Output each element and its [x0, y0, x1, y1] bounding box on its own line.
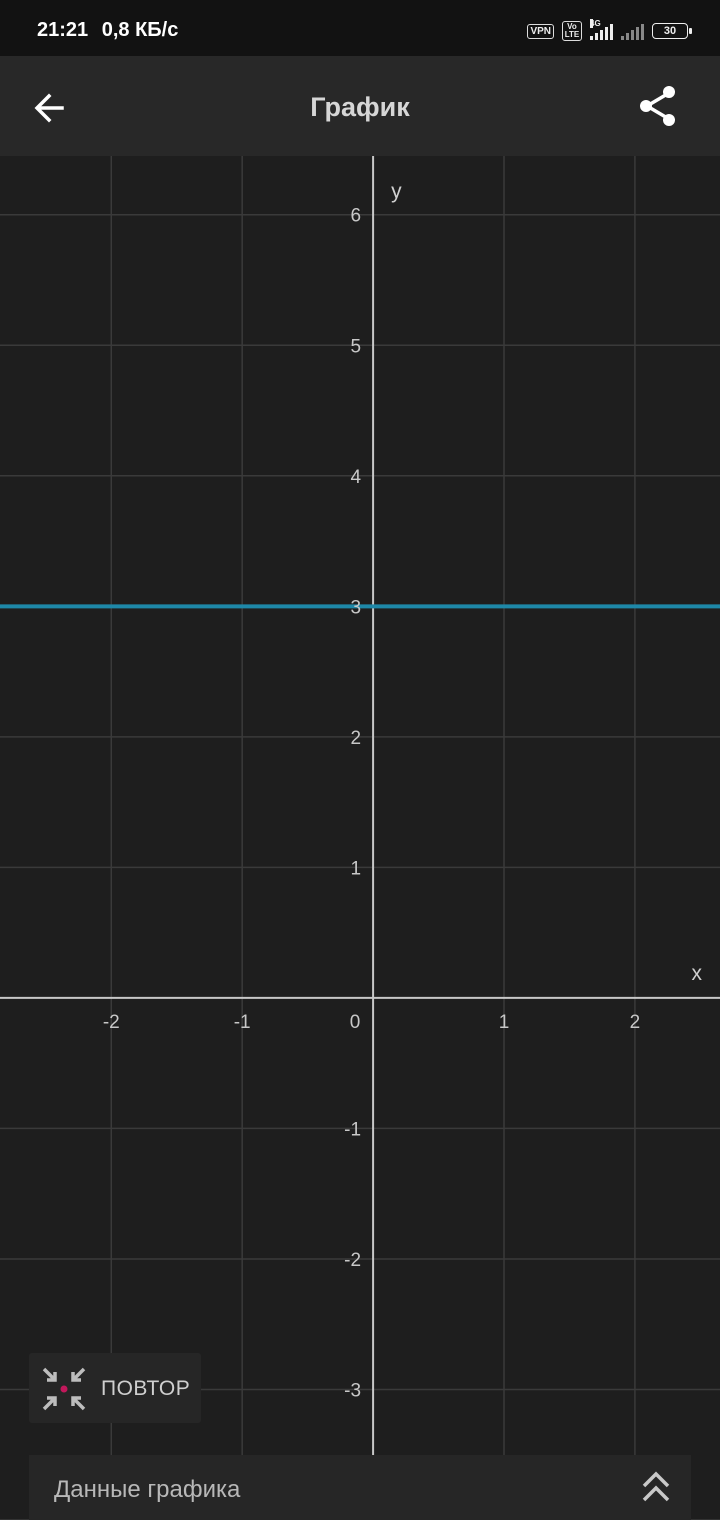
repeat-label: ПОВТОР — [101, 1377, 191, 1400]
page-title: График — [310, 92, 410, 122]
repeat-button[interactable]: ПОВТОР — [29, 1353, 201, 1423]
y-tick-label: 2 — [351, 728, 362, 749]
status-icons: VPN Vo LTE 4G 30 — [527, 19, 692, 42]
x-tick-label: 2 — [630, 1012, 641, 1033]
y-tick-label: -2 — [344, 1250, 361, 1271]
share-icon — [640, 86, 675, 126]
y-axis-label: y — [391, 180, 402, 203]
share-button[interactable] — [636, 84, 680, 128]
status-net-speed: 0,8 КБ/с — [101, 19, 179, 41]
y-tick-label: -1 — [344, 1119, 361, 1140]
vpn-icon: VPN — [527, 23, 554, 39]
app-bar: График — [0, 56, 720, 156]
battery-icon: 30 — [652, 23, 692, 39]
signal-icon: 4G — [590, 19, 613, 40]
x-tick-label: -1 — [234, 1012, 251, 1033]
collapse-arrows-icon — [42, 1367, 86, 1411]
status-time: 21:21 — [37, 19, 89, 41]
status-left: 21:21 0,8 КБ/с — [37, 19, 186, 42]
chart-data-label: Данные графика — [54, 1476, 241, 1503]
status-bar: 21:21 0,8 КБ/с VPN Vo LTE 4G 30 — [0, 0, 720, 56]
signal-weak-icon — [621, 22, 644, 40]
volte-icon: Vo LTE — [562, 21, 582, 41]
x-axis-label: x — [692, 962, 703, 985]
x-tick-label: 1 — [499, 1012, 510, 1033]
y-tick-label: 3 — [351, 597, 362, 618]
y-tick-label: 1 — [351, 858, 362, 879]
y-tick-label: 6 — [351, 206, 362, 227]
x-tick-label: 0 — [350, 1012, 361, 1033]
y-tick-label: 5 — [351, 336, 362, 357]
volte-bottom: LTE — [564, 30, 580, 39]
function-plot[interactable]: -2-1012654321-1-2-3-4xy — [0, 156, 720, 1520]
y-tick-label: 4 — [351, 467, 362, 488]
network-type: 4G — [590, 19, 601, 28]
graph-area[interactable]: -2-1012654321-1-2-3-4xy — [0, 156, 720, 1520]
double-chevron-up-icon[interactable] — [639, 1469, 673, 1505]
y-tick-label: -3 — [344, 1380, 361, 1401]
chart-data-panel[interactable]: Данные графика — [29, 1455, 691, 1520]
x-tick-label: -2 — [103, 1012, 120, 1033]
